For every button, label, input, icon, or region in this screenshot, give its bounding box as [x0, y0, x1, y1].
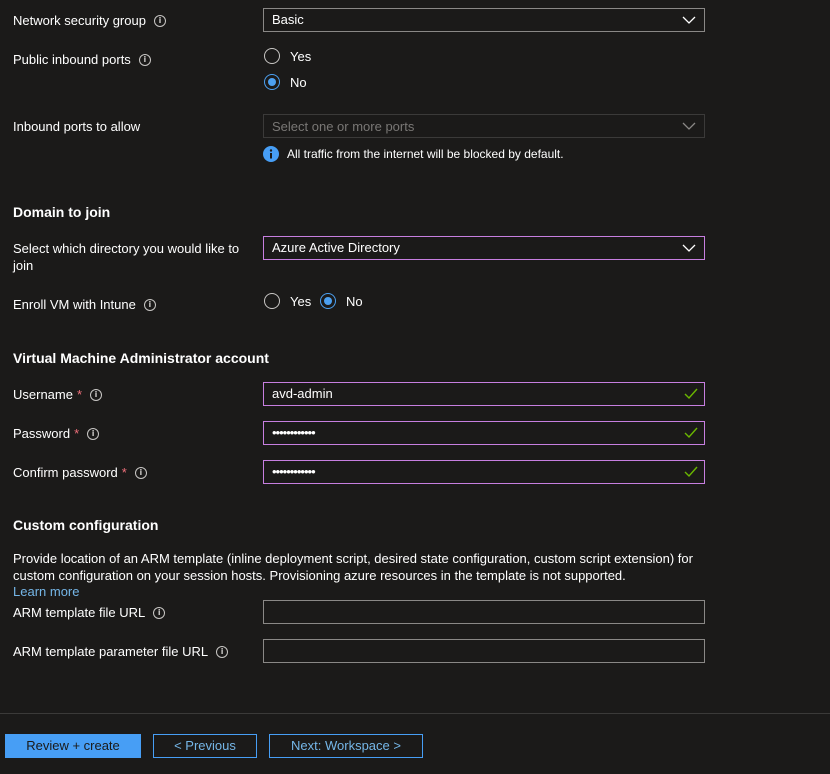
public-ports-no-radio[interactable]	[264, 74, 280, 90]
intune-no-radio[interactable]	[320, 293, 336, 309]
custom-description: Provide location of an ARM template (inl…	[13, 551, 693, 583]
public-ports-no-label: No	[290, 75, 307, 90]
nsg-dropdown-value: Basic	[272, 12, 304, 27]
inbound-ports-label: Inbound ports to allow	[13, 119, 141, 134]
intune-label: Enroll VM with Intune i	[13, 296, 156, 313]
confirm-password-label: Confirm password * i	[13, 464, 147, 481]
arm-template-label: ARM template file URL i	[13, 604, 166, 621]
checkmark-icon	[684, 388, 698, 400]
info-icon[interactable]: i	[153, 606, 166, 619]
public-ports-yes-label: Yes	[290, 49, 312, 64]
next-workspace-button[interactable]: Next: Workspace >	[269, 734, 423, 758]
info-icon[interactable]: i	[216, 645, 229, 658]
password-input[interactable]: ••••••••••••	[263, 421, 705, 445]
confirm-password-value: ••••••••••••	[272, 464, 316, 479]
review-create-button[interactable]: Review + create	[5, 734, 141, 758]
intune-no-label: No	[346, 294, 363, 309]
intune-yes-label: Yes	[290, 294, 312, 309]
domain-heading: Domain to join	[13, 204, 111, 220]
info-icon[interactable]: i	[90, 388, 103, 401]
required-mark: *	[74, 426, 80, 441]
info-icon[interactable]: i	[143, 298, 156, 311]
directory-dropdown-value: Azure Active Directory	[272, 240, 400, 255]
public-ports-label: Public inbound ports i	[13, 51, 151, 68]
footer-divider	[0, 713, 830, 714]
info-icon[interactable]: i	[138, 53, 151, 66]
required-mark: *	[121, 465, 127, 480]
arm-param-label: ARM template parameter file URL i	[13, 643, 229, 660]
directory-label: Select which directory you would like to…	[13, 241, 240, 273]
intune-yes-radio[interactable]	[264, 293, 280, 309]
admin-heading: Virtual Machine Administrator account	[13, 350, 269, 366]
checkmark-icon	[684, 466, 698, 478]
password-value: ••••••••••••	[272, 425, 316, 440]
arm-param-input[interactable]	[263, 639, 705, 663]
confirm-password-input[interactable]: ••••••••••••	[263, 460, 705, 484]
previous-button[interactable]: < Previous	[153, 734, 257, 758]
directory-dropdown[interactable]: Azure Active Directory	[263, 236, 705, 260]
checkmark-icon	[684, 427, 698, 439]
learn-more-link[interactable]: Learn more	[13, 584, 79, 599]
custom-heading: Custom configuration	[13, 517, 159, 533]
inbound-info-message: All traffic from the internet will be bl…	[287, 147, 564, 161]
nsg-dropdown[interactable]: Basic	[263, 8, 705, 32]
arm-template-input[interactable]	[263, 600, 705, 624]
public-ports-yes-radio[interactable]	[264, 48, 280, 64]
username-input[interactable]: avd-admin	[263, 382, 705, 406]
nsg-label: Network security group i	[13, 12, 166, 29]
chevron-down-icon	[682, 122, 696, 130]
info-filled-icon	[263, 146, 279, 162]
username-label: Username * i	[13, 386, 103, 403]
chevron-down-icon	[682, 16, 696, 24]
chevron-down-icon	[682, 244, 696, 252]
info-icon[interactable]: i	[134, 466, 147, 479]
info-icon[interactable]: i	[87, 427, 100, 440]
inbound-ports-placeholder: Select one or more ports	[272, 119, 415, 134]
inbound-ports-dropdown[interactable]: Select one or more ports	[263, 114, 705, 138]
required-mark: *	[76, 387, 83, 402]
password-label: Password * i	[13, 425, 100, 442]
info-icon[interactable]: i	[153, 14, 166, 27]
username-value: avd-admin	[272, 386, 333, 401]
